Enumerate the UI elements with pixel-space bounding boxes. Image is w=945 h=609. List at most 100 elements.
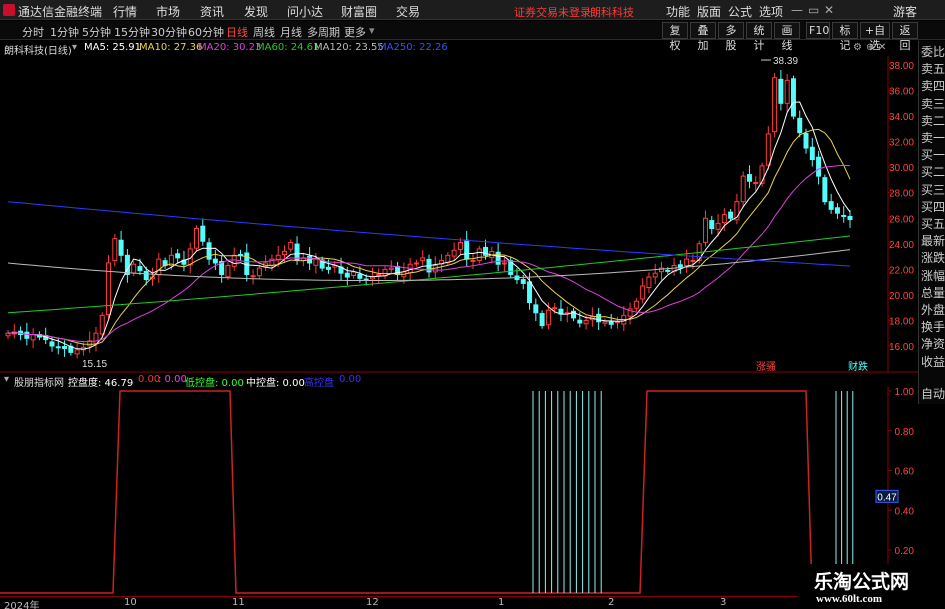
ind-bars-group	[532, 391, 854, 593]
period-weekly[interactable]: 周线	[253, 24, 275, 40]
maximize-icon[interactable]: ▭	[808, 3, 819, 17]
menu-shichang[interactable]: 市场	[156, 3, 180, 20]
candle-body	[577, 319, 583, 324]
period-1min[interactable]: 1分钟	[50, 24, 79, 40]
quote-field-5[interactable]: 卖一	[921, 129, 945, 146]
menu-jiaoyi[interactable]: 交易	[396, 3, 420, 20]
candle-body	[809, 146, 815, 161]
period-monthly[interactable]: 月线	[280, 24, 302, 40]
dropdown-icon[interactable]: ▾	[72, 42, 77, 53]
quote-field-1[interactable]: 卖五	[921, 60, 945, 77]
quote-field-0[interactable]: 委比	[921, 43, 945, 60]
candle-body	[753, 182, 759, 185]
quote-field-3[interactable]: 卖三	[921, 95, 945, 112]
minimize-icon[interactable]: —	[791, 3, 803, 17]
quote-field-17[interactable]: 净资	[921, 335, 945, 352]
menu-zixun[interactable]: 资讯	[200, 3, 224, 20]
menu-gongneng[interactable]: 功能	[666, 3, 690, 20]
period-fenshi[interactable]: 分时	[22, 24, 44, 40]
period-more[interactable]: 更多	[344, 24, 366, 40]
ind-tick-label: 1.00	[895, 387, 915, 398]
price-tick-label: 20.00	[889, 291, 914, 302]
quote-field-14[interactable]: 总量	[921, 284, 945, 301]
huaxian-button[interactable]: 画线	[774, 22, 800, 52]
close-icon[interactable]: ✕	[824, 3, 834, 17]
menu-xuanxiang[interactable]: 选项	[759, 3, 783, 20]
quote-field-6[interactable]: 买一	[921, 146, 945, 163]
quote-field-16[interactable]: 换手	[921, 318, 945, 335]
candle-body	[225, 265, 231, 278]
period-daily[interactable]: 日线	[226, 24, 248, 40]
candle-body	[143, 270, 149, 281]
ma120-label: MA120: 23.55	[314, 42, 384, 53]
menu-caifuquan[interactable]: 财富圈	[341, 3, 377, 20]
candle-body	[137, 266, 143, 272]
menu-faxian[interactable]: 发现	[244, 3, 268, 20]
period-60min[interactable]: 60分钟	[188, 24, 224, 40]
candle-body	[351, 271, 357, 276]
add-watchlist-button[interactable]: +自选	[860, 22, 890, 52]
candle-body	[250, 275, 256, 278]
quote-field-2[interactable]: 卖四	[921, 77, 945, 94]
candle-body	[281, 250, 287, 256]
period-30min[interactable]: 30分钟	[151, 24, 187, 40]
quote-field-13[interactable]: 涨幅	[921, 267, 945, 284]
price-tick-label: 26.00	[889, 214, 914, 225]
menu-wenxiaoda[interactable]: 问小达	[287, 3, 323, 20]
time-axis: 2024年 10 11 12 1 2 3	[0, 596, 890, 609]
duogu-button[interactable]: 多股	[718, 22, 744, 52]
stock-label[interactable]: 朗科科技(日线)	[4, 42, 72, 57]
login-warning[interactable]: 证券交易未登录	[514, 4, 591, 20]
time-label-2024: 2024年	[4, 601, 40, 609]
auto-button[interactable]: 自动	[921, 385, 945, 402]
period-multi[interactable]: 多周期	[307, 24, 340, 40]
quote-side-panel: 委比 卖五 卖四 卖三 卖二 卖一 买一 买二 买三 买四 买五 最新 涨跌 涨幅 总量 外盘 换手 净资 收益自动	[918, 41, 945, 404]
candle-body	[112, 238, 118, 262]
menu-banmian[interactable]: 版面	[697, 3, 721, 20]
period-15min[interactable]: 15分钟	[114, 24, 150, 40]
quote-field-4[interactable]: 卖二	[921, 112, 945, 129]
menu-gongshi[interactable]: 公式	[728, 3, 752, 20]
pin-icon[interactable]: ⊕	[866, 42, 874, 53]
ma-legend: 朗科科技(日线) ▾ MA5: 25.91 MA10: 27.36 MA20: …	[0, 41, 890, 57]
candle-body	[709, 220, 715, 229]
candle-body	[357, 273, 363, 279]
quote-field-12[interactable]: 涨跌	[921, 249, 945, 266]
quote-field-7[interactable]: 买二	[921, 163, 945, 180]
quote-field-9[interactable]: 买四	[921, 198, 945, 215]
period-5min[interactable]: 5分钟	[82, 24, 111, 40]
ind-dropdown-icon[interactable]: ▾	[4, 374, 9, 385]
candle-body	[602, 321, 608, 324]
tongji-button[interactable]: 统计	[746, 22, 772, 52]
biaoji-button[interactable]: 标记	[832, 22, 858, 52]
candle-body	[583, 319, 589, 325]
quote-field-15[interactable]: 外盘	[921, 301, 945, 318]
candle-body	[765, 133, 771, 166]
candle-body	[231, 254, 237, 267]
guest-login[interactable]: 游客	[893, 3, 917, 20]
candle-body	[313, 258, 319, 266]
candle-body	[200, 225, 206, 242]
indicator-legend: ▾ 股朋指标网 控盘度: 46.79 0.00 : 0.00 低控盘: 0.00…	[0, 373, 890, 389]
chevron-down-icon[interactable]: ▾	[369, 24, 375, 37]
quote-field-11[interactable]: 最新	[921, 232, 945, 249]
candle-body	[728, 211, 734, 219]
quote-field-18[interactable]: 收益	[921, 353, 945, 370]
fuquan-button[interactable]: 复权	[662, 22, 688, 52]
candle-body	[646, 276, 652, 289]
menu-hangqing[interactable]: 行情	[113, 3, 137, 20]
quote-field-8[interactable]: 买三	[921, 181, 945, 198]
candle-body	[256, 267, 262, 277]
settings-icon[interactable]: ⚙	[853, 42, 862, 53]
close-chart-icon[interactable]: ✕	[878, 42, 886, 53]
ma20-label: MA20: 30.23	[198, 42, 262, 53]
ind-item-high-value: 0.00	[339, 374, 362, 385]
candle-body	[457, 242, 463, 250]
quote-field-10[interactable]: 买五	[921, 215, 945, 232]
back-button[interactable]: 返回	[892, 22, 918, 52]
candle-body	[106, 262, 112, 316]
f10-button[interactable]: F10	[806, 22, 830, 39]
diejia-button[interactable]: 叠加	[690, 22, 716, 52]
indicator-chart[interactable]: 1.00 0.80 0.60 0.40 0.20 0.47	[0, 387, 918, 596]
kline-chart[interactable]: 38.00 36.00 34.00 32.00 30.00 28.00 26.00 24.00…	[0, 56, 918, 373]
